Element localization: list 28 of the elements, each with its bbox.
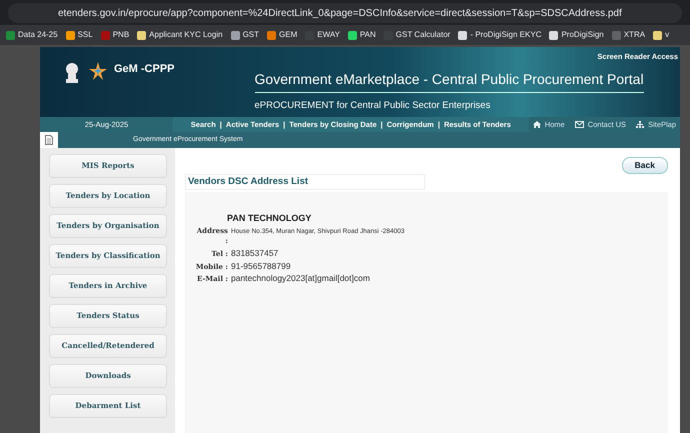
bookmark[interactable]: ProDigiSign [545, 29, 608, 41]
bookmark[interactable]: SSL [62, 29, 97, 41]
home-icon [532, 121, 541, 128]
bookmark[interactable]: GEM [263, 29, 302, 41]
field-value: 91-9565788799 [231, 260, 291, 272]
bookmark[interactable]: EWAY [301, 29, 344, 41]
star-icon [88, 61, 108, 81]
section-heading: Vendors DSC Address List [185, 174, 425, 190]
bookmark[interactable]: Applicant KYC Login [133, 29, 227, 41]
bookmark[interactable]: - ProDigiSign EKYC [454, 29, 546, 41]
bookmark[interactable]: PAN [344, 29, 380, 41]
portal-subtitle: ePROCUREMENT for Central Public Sector Enterprises [254, 99, 492, 113]
logo-text: GeM -CPPP [114, 62, 175, 77]
field-value: pantechnology2023[at]gmail[dot]com [231, 272, 370, 285]
address-bar[interactable]: etenders.gov.in/eprocure/app?component=%24DirectLink_0&page=DSCInfo&service=direct&session=T&sp=SDSCAddress.pdf [8, 3, 682, 23]
bookmark[interactable]: GST [226, 29, 264, 41]
vendor-name: PAN TECHNOLOGY [227, 212, 312, 226]
field-value: 8318537457 [231, 246, 278, 260]
bookmark[interactable]: v [649, 29, 674, 41]
bookmark[interactable]: XTRA [608, 29, 650, 41]
sitemap-icon [636, 121, 644, 128]
bookmark[interactable]: GST Calculator [380, 29, 454, 41]
portal-title: Government eMarketplace - Central Public Procurement Portal [254, 69, 644, 93]
back-button[interactable]: Back [622, 157, 668, 174]
document-icon [45, 135, 53, 145]
bookmark[interactable]: Data 24-25 [2, 29, 62, 41]
bookmark[interactable]: PNB [96, 29, 134, 41]
envelope-icon [574, 121, 584, 128]
